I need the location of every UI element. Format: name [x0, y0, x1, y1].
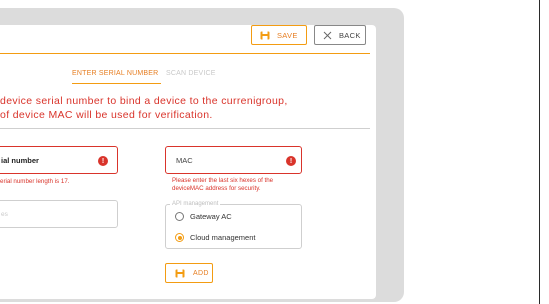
mac-value: MAC	[176, 155, 193, 165]
mac-error-line-1: Please enter the last six hexes of the	[172, 177, 274, 184]
radio-gateway-ac-label: Gateway AC	[190, 212, 232, 221]
floppy-disk-icon	[175, 269, 185, 278]
radio-gateway-ac[interactable]: Gateway AC	[175, 212, 232, 221]
instruction-text: device serial number to bind a device to…	[0, 94, 330, 122]
header-divider	[0, 53, 370, 54]
tab-enter-serial-number[interactable]: ENTER SERIAL NUMBER	[72, 70, 158, 77]
error-icon: !	[286, 156, 296, 166]
serial-number-field[interactable]: ial number !	[0, 146, 118, 174]
active-tab-indicator	[72, 83, 161, 84]
instruction-line-1: device serial number to bind a device to…	[0, 95, 288, 107]
floppy-disk-icon	[260, 31, 270, 40]
save-label: SAVE	[277, 30, 298, 40]
close-icon	[323, 31, 332, 40]
radio-cloud-management[interactable]: Cloud management	[175, 233, 255, 242]
section-divider	[0, 128, 370, 129]
mac-field[interactable]: MAC !	[165, 146, 302, 174]
notes-placeholder: es	[1, 210, 8, 218]
back-button[interactable]: BACK	[314, 25, 366, 45]
serial-number-value: ial number	[1, 155, 39, 165]
serial-number-error: erial number length is 17.	[0, 178, 70, 185]
add-label: ADD	[193, 269, 209, 277]
instruction-line-2: of device MAC will be used for verificat…	[0, 109, 213, 121]
api-management-legend: API management	[170, 200, 221, 208]
mac-error-line-2: deviceMAC address for security.	[172, 185, 261, 192]
radio-cloud-management-label: Cloud management	[190, 233, 256, 242]
add-button[interactable]: ADD	[165, 263, 213, 283]
radio-checked-icon	[175, 233, 184, 242]
notes-field[interactable]: es	[0, 200, 118, 228]
save-button[interactable]: SAVE	[251, 25, 307, 45]
mac-error: Please enter the last six hexes of the d…	[172, 177, 307, 193]
tab-scan-device[interactable]: SCAN DEVICE	[166, 70, 216, 77]
back-label: BACK	[339, 30, 361, 40]
side-divider	[539, 0, 540, 304]
error-icon: !	[98, 156, 108, 166]
api-management-group	[165, 204, 302, 249]
radio-unchecked-icon	[175, 212, 184, 221]
